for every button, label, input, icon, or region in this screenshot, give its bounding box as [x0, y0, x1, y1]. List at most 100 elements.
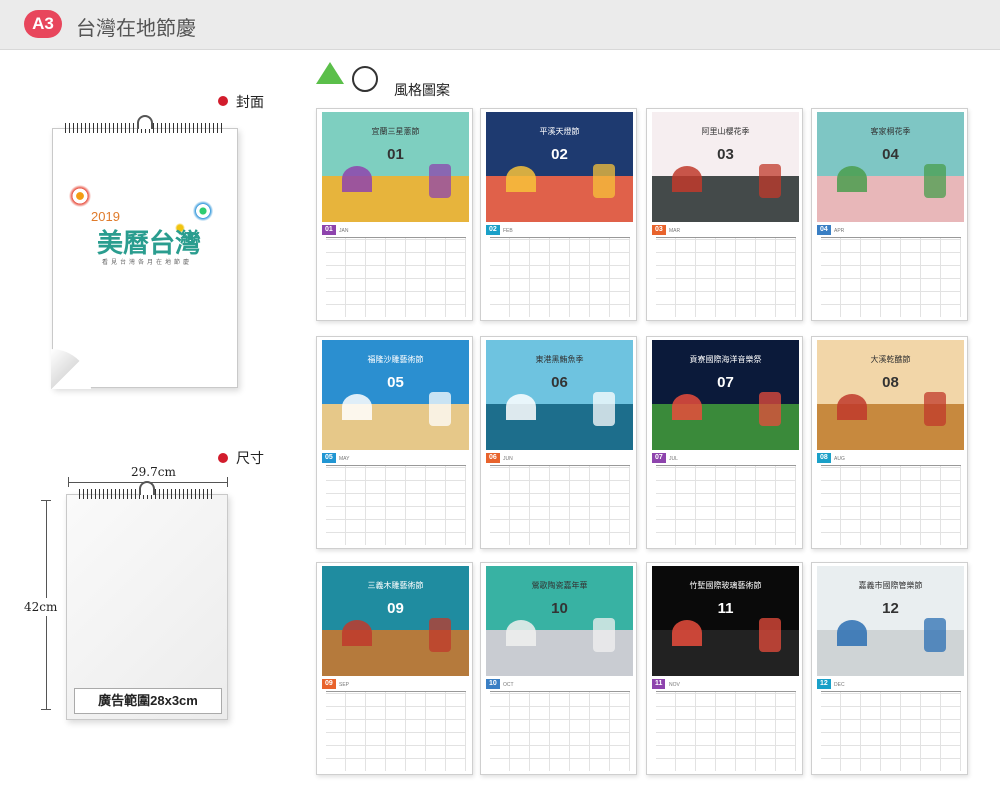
month-name: DEC: [834, 682, 845, 688]
illustration-accent: [429, 392, 451, 426]
illustration-accent: [342, 620, 372, 646]
festival-title: 貢寮國際海洋音樂祭: [689, 355, 762, 364]
pencil-icon: [316, 62, 344, 84]
festival-title: 宜蘭三星蔥節: [371, 127, 420, 136]
firework-icon: [67, 183, 93, 209]
month-name: NOV: [669, 682, 680, 688]
size-label: 尺寸: [236, 451, 264, 467]
festival-illustration: 阿里山櫻花季 03: [652, 112, 799, 222]
date-grid: [821, 691, 961, 771]
festival-illustration: 福隆沙雕藝術節 05: [322, 340, 469, 450]
festival-illustration: 平溪天燈節 02: [486, 112, 633, 222]
illustration-accent: [506, 166, 536, 192]
illustration-accent: [672, 166, 702, 192]
month-page: 竹塹國際玻璃藝術節 11 11 NOV: [646, 562, 803, 775]
festival-illustration: 嘉義市國際管樂節 12: [817, 566, 964, 676]
month-page: 宜蘭三星蔥節 01 01 JAN: [316, 108, 473, 321]
month-name: SEP: [339, 682, 350, 688]
month-page: 三義木雕藝術節 09 09 SEP: [316, 562, 473, 775]
month-name: FEB: [503, 228, 513, 234]
month-number: 04: [882, 146, 899, 163]
month-name: JUL: [669, 456, 678, 462]
illustration-accent: [759, 618, 781, 652]
month-tab: 10: [486, 679, 500, 689]
month-page: 福隆沙雕藝術節 05 05 MAY: [316, 336, 473, 549]
festival-illustration: 三義木雕藝術節 09: [322, 566, 469, 676]
month-page: 貢寮國際海洋音樂祭 07 07 JUL: [646, 336, 803, 549]
festival-illustration: 客家桐花季 04: [817, 112, 964, 222]
month-tab: 06: [486, 453, 500, 463]
festival-title: 福隆沙雕藝術節: [367, 355, 424, 364]
month-name: AUG: [834, 456, 845, 462]
month-name: JUN: [503, 456, 513, 462]
date-grid: [656, 237, 796, 317]
date-grid: [326, 691, 466, 771]
illustration-accent: [593, 392, 615, 426]
month-tab: 11: [652, 679, 666, 689]
month-number: 02: [551, 146, 568, 163]
month-name: OCT: [503, 682, 514, 688]
festival-title: 東港黑鮪魚季: [535, 355, 584, 364]
month-number: 07: [717, 374, 734, 391]
illustration-accent: [924, 618, 946, 652]
style-label: 風格圖案: [394, 83, 450, 99]
festival-title: 阿里山櫻花季: [701, 127, 750, 136]
date-grid: [490, 465, 630, 545]
height-label: 42cm: [24, 598, 58, 616]
illustration-accent: [672, 620, 702, 646]
month-tab: 01: [322, 225, 336, 235]
illustration-accent: [429, 618, 451, 652]
dimension-tick: [41, 709, 51, 710]
bullet-icon: [218, 453, 228, 463]
month-number: 01: [387, 146, 404, 163]
festival-title: 鶯歌陶瓷嘉年華: [531, 581, 588, 590]
illustration-accent: [837, 166, 867, 192]
illustration-accent: [759, 164, 781, 198]
date-grid: [490, 691, 630, 771]
page-header: A3 台灣在地節慶: [0, 0, 1000, 50]
festival-illustration: 東港黑鮪魚季 06: [486, 340, 633, 450]
cover-title: 美曆台灣: [96, 229, 201, 259]
cover-label: 封面: [236, 95, 264, 111]
month-number: 08: [882, 374, 899, 391]
month-tab: 09: [322, 679, 336, 689]
month-page: 鶯歌陶瓷嘉年華 10 10 OCT: [480, 562, 637, 775]
month-page: 平溪天燈節 02 02 FEB: [480, 108, 637, 321]
festival-illustration: 貢寮國際海洋音樂祭 07: [652, 340, 799, 450]
page-curl: [51, 349, 91, 389]
illustration-accent: [429, 164, 451, 198]
date-grid: [326, 465, 466, 545]
festival-title: 竹塹國際玻璃藝術節: [689, 581, 762, 590]
ad-area-label: 廣告範圍28x3cm: [74, 688, 222, 714]
cover-calendar: 2019 美曆台灣 看見台灣各月在地節慶: [51, 115, 238, 389]
dimension-tick: [68, 477, 69, 487]
month-number: 09: [387, 600, 404, 617]
bullet-icon: [218, 96, 228, 106]
dimension-tick: [227, 477, 228, 487]
date-grid: [821, 465, 961, 545]
size-badge: A3: [24, 10, 62, 38]
month-tab: 12: [817, 679, 831, 689]
festival-illustration: 大溪乾醮節 08: [817, 340, 964, 450]
month-name: MAY: [339, 456, 350, 462]
illustration-accent: [924, 164, 946, 198]
blank-calendar: [66, 481, 228, 720]
festival-title: 平溪天燈節: [539, 127, 580, 136]
hanger-hook: [137, 115, 153, 129]
month-tab: 02: [486, 225, 500, 235]
festival-illustration: 竹塹國際玻璃藝術節 11: [652, 566, 799, 676]
month-number: 11: [717, 600, 734, 617]
date-grid: [821, 237, 961, 317]
illustration-accent: [672, 394, 702, 420]
month-page: 東港黑鮪魚季 06 06 JUN: [480, 336, 637, 549]
illustration-accent: [924, 392, 946, 426]
illustration-accent: [759, 392, 781, 426]
month-page: 大溪乾醮節 08 08 AUG: [811, 336, 968, 549]
cover-subtitle: 看見台灣各月在地節慶: [101, 259, 192, 266]
illustration-accent: [837, 620, 867, 646]
date-grid: [326, 237, 466, 317]
festival-title: 大溪乾醮節: [870, 355, 911, 364]
month-name: APR: [834, 228, 845, 234]
month-number: 03: [717, 146, 734, 163]
month-tab: 03: [652, 225, 666, 235]
